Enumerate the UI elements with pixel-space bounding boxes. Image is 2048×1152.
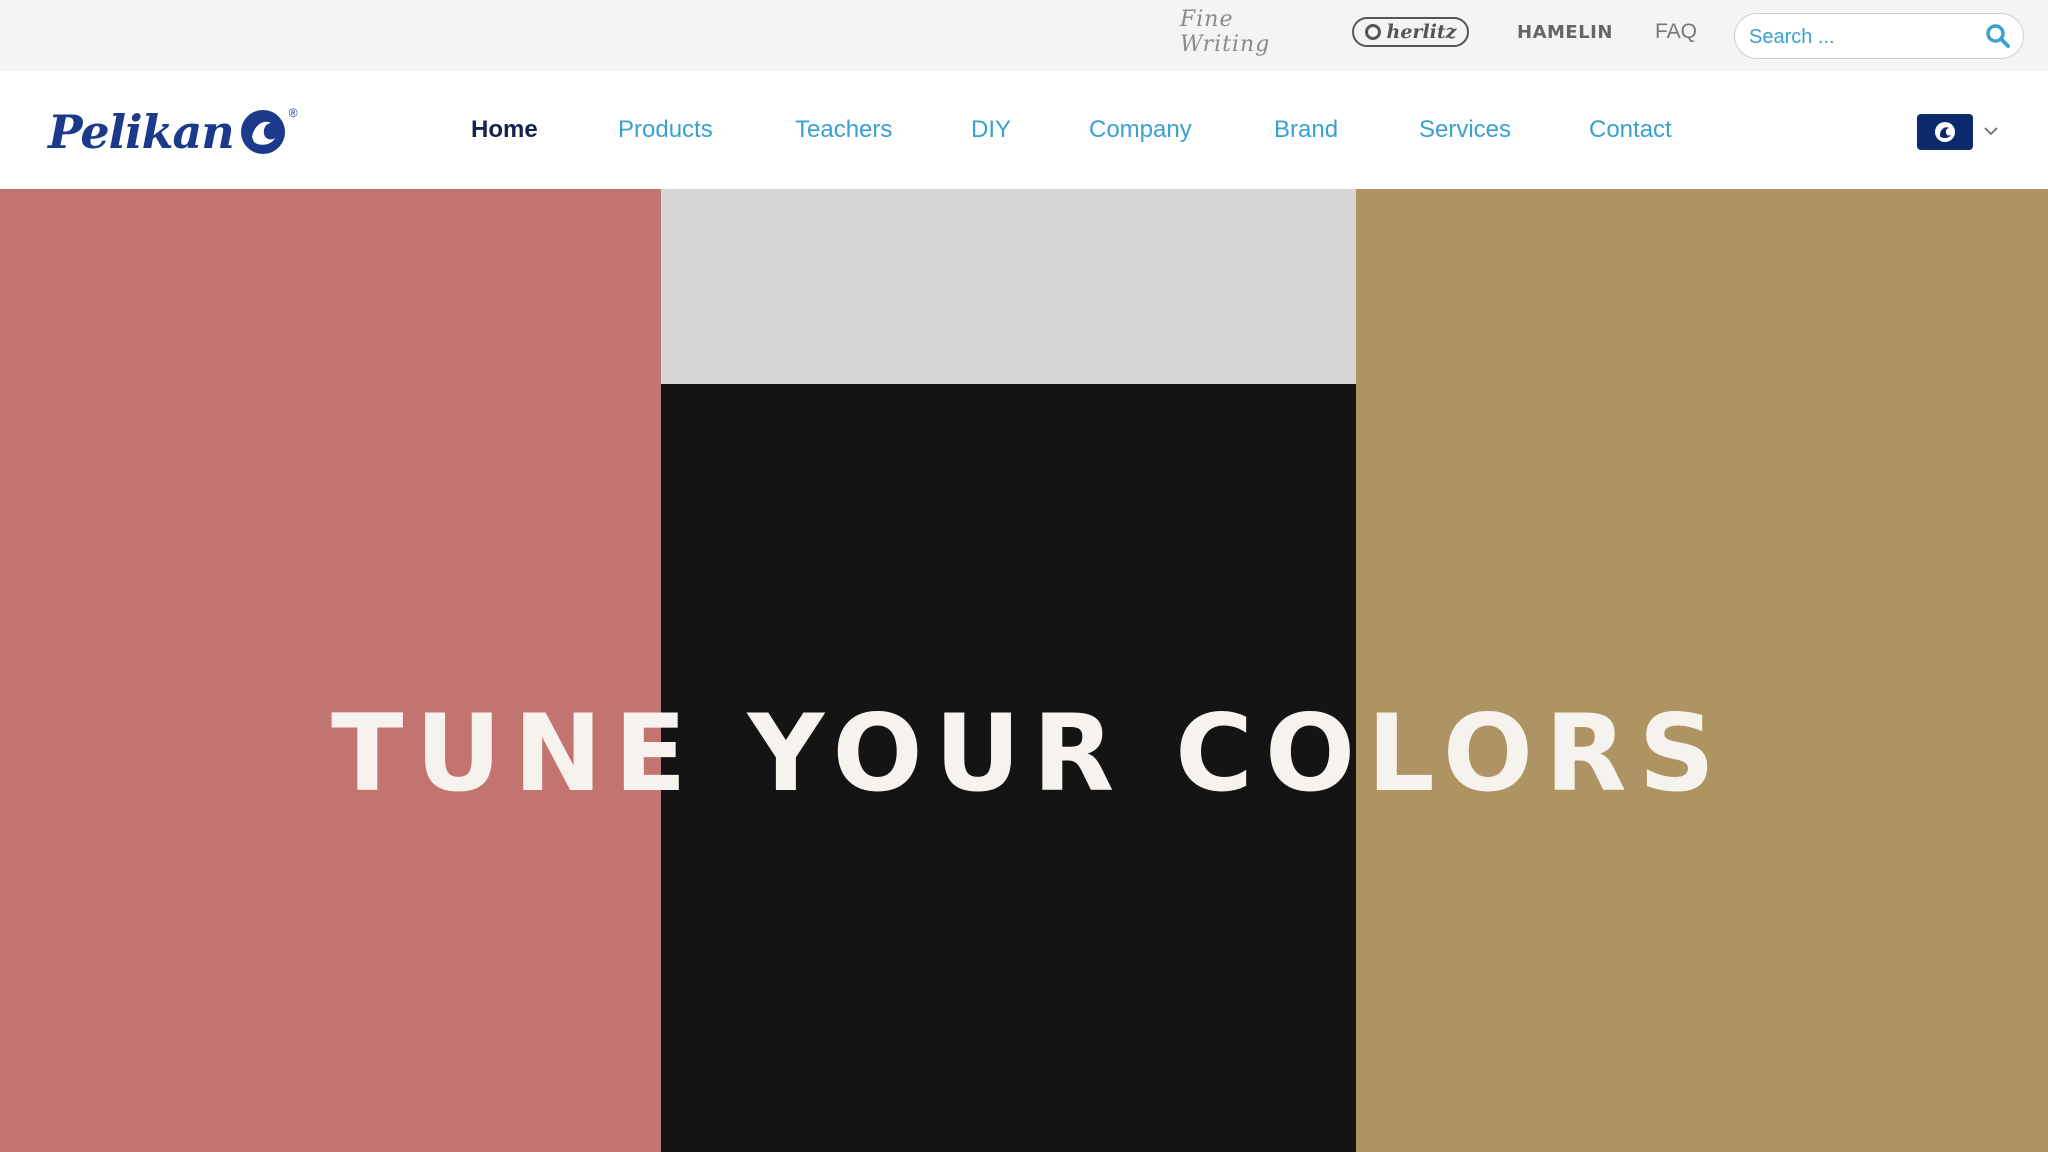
pelikan-flag-icon	[1935, 122, 1955, 142]
nav-products[interactable]: Products	[618, 113, 713, 147]
nav-company[interactable]: Company	[1089, 113, 1192, 147]
hero-banner: TUNE YOUR COLORS	[0, 189, 2048, 1152]
hamelin-link[interactable]: HAMELIN	[1517, 14, 1613, 50]
hero-panel-rose	[0, 189, 661, 1152]
nav-teachers[interactable]: Teachers	[795, 113, 892, 147]
search-icon[interactable]	[1985, 23, 2011, 49]
chevron-down-icon[interactable]	[1983, 125, 1999, 137]
fine-writing-link[interactable]: Fine Writing	[1180, 7, 1305, 57]
herlitz-ring-icon	[1364, 24, 1381, 40]
nav-brand[interactable]: Brand	[1274, 113, 1338, 147]
main-nav: Home Products Teachers DIY Company Brand…	[0, 71, 2048, 189]
hero-title: TUNE YOUR COLORS	[331, 692, 1727, 815]
search-input[interactable]	[1749, 22, 1969, 52]
utility-bar: Fine Writing herlitz HAMELIN FAQ	[0, 0, 2048, 71]
herlitz-label: herlitz	[1386, 21, 1457, 43]
language-selector[interactable]	[1917, 114, 1973, 150]
search-box	[1734, 13, 2024, 59]
nav-contact[interactable]: Contact	[1589, 113, 1672, 147]
main-header: Pelikan ® Home Products Teachers DIY Com…	[0, 71, 2048, 189]
nav-home[interactable]: Home	[471, 113, 538, 147]
nav-diy[interactable]: DIY	[971, 113, 1011, 147]
herlitz-link[interactable]: herlitz	[1352, 17, 1469, 47]
faq-link[interactable]: FAQ	[1655, 14, 1697, 50]
hero-panel-grey	[661, 189, 1356, 384]
hero-panel-gold	[1356, 189, 2048, 1152]
nav-services[interactable]: Services	[1419, 113, 1511, 147]
